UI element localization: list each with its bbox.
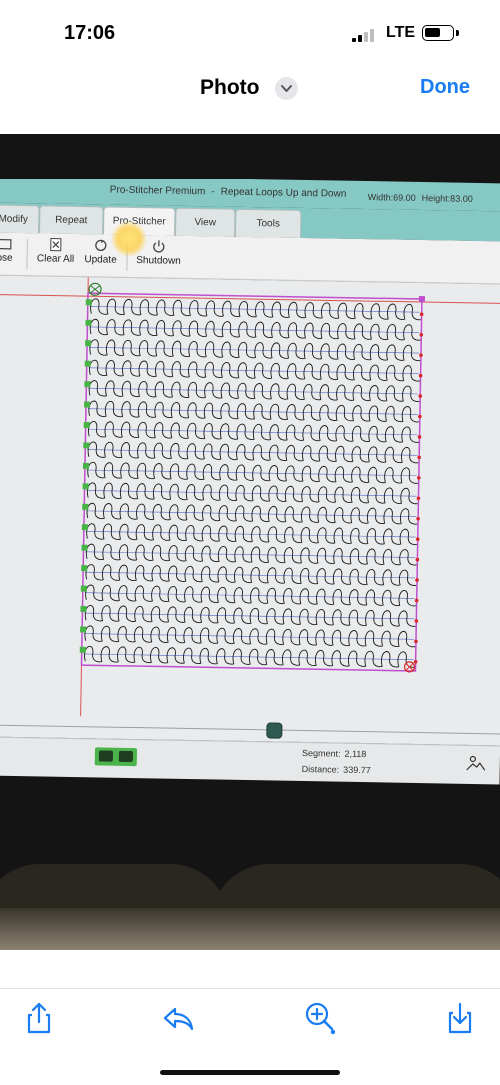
- document-name: Repeat Loops Up and Down: [221, 186, 347, 199]
- cursor-icon[interactable]: [0, 748, 4, 762]
- nav-bar: Photo Done: [0, 64, 500, 113]
- row-start-handle[interactable]: [80, 647, 86, 653]
- loop-pattern: [84, 299, 422, 668]
- row-start-handle[interactable]: [81, 545, 87, 551]
- tab-modify[interactable]: Modify: [0, 204, 40, 233]
- network-type: LTE: [386, 24, 415, 42]
- row-end-handle[interactable]: [415, 599, 419, 603]
- battery-tip: [456, 30, 459, 36]
- row-start-handle[interactable]: [83, 442, 89, 448]
- row-start-handle[interactable]: [85, 361, 91, 367]
- row-start-handle[interactable]: [84, 381, 90, 387]
- share-icon[interactable]: [22, 1001, 56, 1035]
- clear-all-label: Clear All: [37, 253, 74, 265]
- row-end-handle[interactable]: [419, 353, 423, 357]
- tab-repeat[interactable]: Repeat: [39, 205, 103, 234]
- bottom-toolbar: [0, 988, 500, 1085]
- zoom-in-icon[interactable]: [302, 1001, 336, 1035]
- row-end-handle[interactable]: [417, 476, 421, 480]
- sync-icon: [119, 751, 133, 762]
- row-end-handle[interactable]: [420, 312, 424, 316]
- row-start-handle[interactable]: [85, 340, 91, 346]
- row-end-handle[interactable]: [418, 415, 422, 419]
- status-time: 17:06: [64, 22, 115, 45]
- row-end-handle[interactable]: [418, 394, 422, 398]
- monitor-screen: Pro-Stitcher Premium-Repeat Loops Up and…: [0, 179, 500, 796]
- row-start-handle[interactable]: [82, 524, 88, 530]
- tab-view[interactable]: View: [175, 208, 235, 237]
- row-start-handle[interactable]: [84, 402, 90, 408]
- tab-tools[interactable]: Tools: [235, 209, 301, 238]
- home-indicator: [160, 1070, 340, 1075]
- save-icon[interactable]: [443, 1001, 477, 1035]
- distance-readout: Distance:339.77: [302, 764, 371, 775]
- ribbon-separator: [26, 239, 28, 269]
- status-bar: 17:06 LTE: [0, 0, 500, 64]
- keyboard-icon: [99, 750, 113, 761]
- update-label: Update: [84, 254, 116, 266]
- corner-handle[interactable]: [419, 296, 425, 302]
- power-icon: [151, 239, 167, 253]
- width-label: Width:69.00: [368, 192, 416, 203]
- shutdown-label: Shutdown: [136, 255, 181, 267]
- reply-icon[interactable]: [161, 1001, 195, 1035]
- close-button[interactable]: ose: [0, 237, 17, 264]
- row-end-handle[interactable]: [414, 660, 418, 664]
- slider-track[interactable]: [0, 725, 500, 735]
- dimensions: Width:69.00 Height:83.00: [368, 192, 479, 204]
- title-menu-button[interactable]: [275, 77, 298, 100]
- landscape-icon[interactable]: [466, 754, 486, 772]
- row-end-handle[interactable]: [414, 619, 418, 623]
- row-start-handle[interactable]: [80, 606, 86, 612]
- distance-label: Distance:: [302, 764, 340, 775]
- battery-icon: [422, 25, 454, 41]
- photo: Pro-Stitcher Premium-Repeat Loops Up and…: [0, 134, 500, 950]
- row-end-handle[interactable]: [418, 435, 422, 439]
- folder-icon: [0, 237, 13, 251]
- height-label: Height:83.00: [422, 193, 473, 204]
- clear-all-button[interactable]: Clear All: [34, 237, 76, 265]
- chevron-down-icon: [275, 77, 298, 100]
- title-separator: -: [211, 186, 215, 197]
- page-title[interactable]: Photo: [200, 76, 259, 100]
- row-end-handle[interactable]: [417, 456, 421, 460]
- close-label: ose: [0, 253, 13, 264]
- row-start-handle[interactable]: [81, 565, 87, 571]
- pattern-drawing: [0, 276, 500, 743]
- quilt-canvas[interactable]: [0, 276, 500, 743]
- app-status-bar: Segment:2,118 Distance:339.77: [0, 737, 500, 785]
- row-end-handle[interactable]: [417, 496, 421, 500]
- photo-viewer[interactable]: Pro-Stitcher Premium-Repeat Loops Up and…: [0, 112, 500, 950]
- row-end-handle[interactable]: [419, 333, 423, 337]
- update-icon: [93, 238, 109, 252]
- distance-value: 339.77: [343, 765, 371, 775]
- segment-readout: Segment:2,118: [302, 748, 367, 759]
- row-start-handle[interactable]: [82, 504, 88, 510]
- row-end-handle[interactable]: [419, 374, 423, 378]
- monitor-bezel: [0, 796, 500, 950]
- row-start-handle[interactable]: [84, 422, 90, 428]
- row-start-handle[interactable]: [86, 299, 92, 305]
- row-start-handle[interactable]: [81, 585, 87, 591]
- row-end-handle[interactable]: [416, 537, 420, 541]
- segment-label: Segment:: [302, 748, 341, 759]
- row-end-handle[interactable]: [416, 517, 420, 521]
- row-end-handle[interactable]: [415, 578, 419, 582]
- background-surface: [0, 908, 500, 950]
- row-end-handle[interactable]: [414, 640, 418, 644]
- row-end-handle[interactable]: [416, 558, 420, 562]
- mode-toggle[interactable]: [95, 747, 137, 766]
- slider-thumb[interactable]: [266, 722, 282, 738]
- signal-icon: [352, 28, 378, 42]
- row-start-handle[interactable]: [83, 463, 89, 469]
- app-title: Pro-Stitcher Premium-Repeat Loops Up and…: [110, 185, 347, 200]
- row-start-handle[interactable]: [85, 320, 91, 326]
- done-button[interactable]: Done: [420, 76, 470, 99]
- app-name: Pro-Stitcher Premium: [110, 185, 206, 198]
- segment-value: 2,118: [344, 749, 366, 759]
- row-start-handle[interactable]: [83, 483, 89, 489]
- row-start-handle[interactable]: [80, 626, 86, 632]
- clear-all-icon: [48, 237, 64, 251]
